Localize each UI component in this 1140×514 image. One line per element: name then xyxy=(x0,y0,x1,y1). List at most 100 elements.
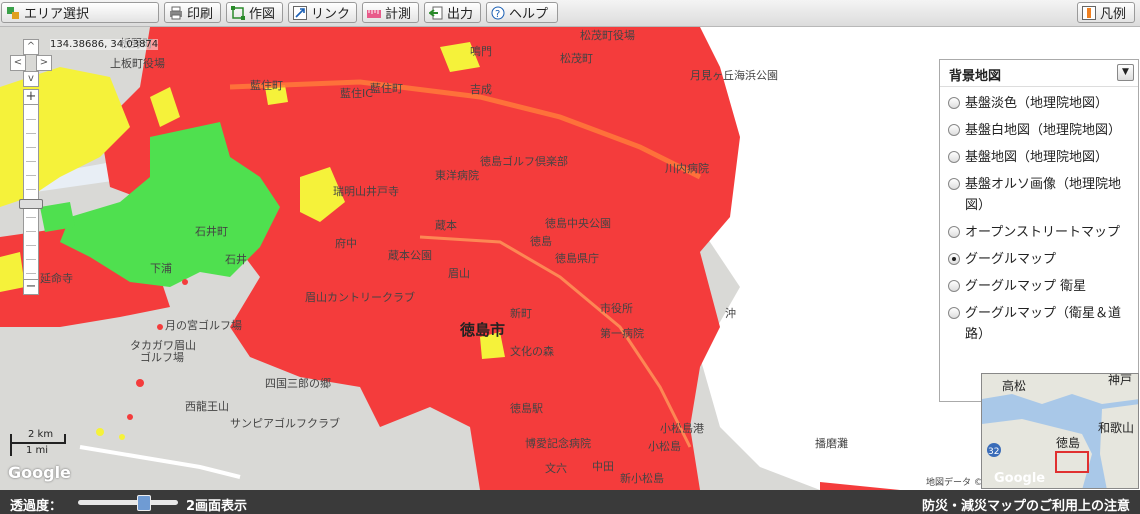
map-label: 徳島中央公園 xyxy=(545,216,611,230)
google-logo: Google xyxy=(8,463,71,482)
map-label: ゴルフ場 xyxy=(140,350,184,364)
map-label: 徳島ゴルフ倶楽部 xyxy=(480,154,568,168)
draw-button[interactable]: 作図 xyxy=(226,2,283,23)
overview-map[interactable]: 高松 神戸 和歌山 徳島 32 Google xyxy=(981,373,1139,489)
overview-label: 32 xyxy=(988,447,999,457)
overview-label: 神戸 xyxy=(1108,374,1132,387)
radio-button[interactable] xyxy=(948,97,960,109)
radio-button[interactable] xyxy=(948,307,960,319)
map-label: 眉山 xyxy=(448,267,470,280)
map-label: 西龍王山 xyxy=(185,399,229,413)
map-label: 上板町役場 xyxy=(110,56,165,70)
map-label: サンピアゴルフクラブ xyxy=(230,416,340,430)
measure-button[interactable]: 計測 xyxy=(362,2,419,23)
map-label: 文六 xyxy=(545,461,567,475)
background-option-label: グーグルマップ（衛星＆道路） xyxy=(965,306,1122,342)
overview-label: 和歌山 xyxy=(1098,420,1134,435)
twin-view-toggle[interactable]: 2画面表示 xyxy=(186,495,247,514)
map-label: 鳴門 xyxy=(470,44,492,58)
legend-button[interactable]: 凡例 xyxy=(1077,2,1135,23)
print-button[interactable]: 印刷 xyxy=(164,2,221,23)
background-option-label: オープンストリートマップ xyxy=(965,225,1120,240)
link-label: リンク xyxy=(311,7,351,22)
map-label: 藍住町 xyxy=(250,78,283,92)
scale-bar: 2 km 1 mi xyxy=(10,429,70,459)
map-label: 月の宮ゴルフ場 xyxy=(165,318,242,332)
background-option[interactable]: オープンストリートマップ xyxy=(940,222,1138,243)
map-label: 新小松島 xyxy=(620,471,664,485)
background-option[interactable]: グーグルマップ 衛星 xyxy=(940,276,1138,297)
background-map-options: 基盤淡色（地理院地図） 基盤白地図（地理院地図） 基盤地図（地理院地図） 基盤オルソ画… xyxy=(940,87,1138,401)
opacity-slider-knob[interactable] xyxy=(137,495,151,511)
output-label: 出力 xyxy=(447,7,474,22)
map-label: 吉成 xyxy=(470,83,492,96)
output-button[interactable]: 出力 xyxy=(424,2,481,23)
help-button[interactable]: ? ヘルプ xyxy=(486,2,558,23)
background-option[interactable]: 基盤オルソ画像（地理院地図） xyxy=(940,174,1138,216)
collapse-panel-button[interactable]: ▼ xyxy=(1117,64,1134,81)
map-label: 小松島 xyxy=(648,439,681,453)
pan-down-button[interactable]: v xyxy=(23,71,39,87)
map-label: 博愛記念病院 xyxy=(525,436,591,450)
bottom-bar: 透過度： 2画面表示 防災・減災マップのご利用上の注意 xyxy=(0,490,1140,514)
zoom-slider-handle[interactable] xyxy=(19,199,43,209)
background-option[interactable]: 基盤白地図（地理院地図） xyxy=(940,120,1138,141)
draw-label: 作図 xyxy=(249,7,276,22)
background-option-label: 基盤地図（地理院地図） xyxy=(965,150,1109,165)
map-label: 徳島県庁 xyxy=(555,251,599,265)
pan-right-button[interactable]: > xyxy=(36,55,52,71)
map-canvas[interactable]: 鳴門 松茂町 松茂町役場 上板町役場 板野町 藍住町 藍住町 吉成 藍住IC 徳… xyxy=(0,27,1140,490)
map-label: 市役所 xyxy=(600,301,633,315)
radio-button[interactable] xyxy=(948,280,960,292)
zoom-in-button[interactable]: + xyxy=(23,89,39,105)
map-label: 徳島駅 xyxy=(510,401,543,415)
map-label: 蔵本 xyxy=(435,218,457,232)
map-label: 府中 xyxy=(335,236,357,250)
map-label: 第一病院 xyxy=(600,326,644,340)
zoom-out-button[interactable]: − xyxy=(23,279,39,295)
legend-icon xyxy=(1082,5,1096,20)
map-label: 石井 xyxy=(225,252,247,266)
zoom-control: ^ < > v + − xyxy=(10,39,52,299)
area-select-button[interactable]: エリア選択 xyxy=(1,2,159,23)
overview-label: Google xyxy=(994,471,1045,486)
radio-button[interactable] xyxy=(948,151,960,163)
radio-button[interactable] xyxy=(948,226,960,238)
zoom-slider-track[interactable] xyxy=(23,104,39,288)
map-label: 川内病院 xyxy=(665,161,709,175)
map-label: 播磨灘 xyxy=(815,436,848,450)
link-icon xyxy=(293,5,307,20)
area-select-icon xyxy=(6,6,20,20)
radio-button[interactable] xyxy=(948,178,960,190)
pan-up-button[interactable]: ^ xyxy=(23,39,39,55)
map-label: 瑞明山井戸寺 xyxy=(333,184,399,198)
background-option[interactable]: 基盤地図（地理院地図） xyxy=(940,147,1138,168)
map-label: 藍住町 xyxy=(370,81,403,95)
legend-label: 凡例 xyxy=(1100,7,1127,22)
overview-label: 徳島 xyxy=(1056,435,1080,450)
pan-left-button[interactable]: < xyxy=(10,55,26,71)
background-map-panel: 背景地図 ▼ 基盤淡色（地理院地図） 基盤白地図（地理院地図） 基盤地図（地理院地図… xyxy=(939,59,1139,402)
print-label: 印刷 xyxy=(187,7,214,22)
map-label: 松茂町役場 xyxy=(580,28,635,42)
usage-notice-link[interactable]: 防災・減災マップのご利用上の注意 xyxy=(922,495,1130,514)
printer-icon xyxy=(169,6,183,20)
map-label: 四国三郎の郷 xyxy=(265,376,331,390)
radio-button[interactable] xyxy=(948,253,960,265)
background-map-title: 背景地図 xyxy=(949,69,1002,84)
overview-map-canvas: 高松 神戸 和歌山 徳島 32 Google xyxy=(982,374,1138,488)
overview-label: 高松 xyxy=(1002,378,1026,393)
draw-icon xyxy=(231,5,245,20)
background-option[interactable]: グーグルマップ xyxy=(940,249,1138,270)
scale-km: 2 km xyxy=(28,429,54,440)
radio-button[interactable] xyxy=(948,124,960,136)
map-label: 小松島港 xyxy=(660,421,704,435)
background-option[interactable]: グーグルマップ（衛星＆道路） xyxy=(940,303,1138,345)
export-icon xyxy=(428,6,443,20)
background-option[interactable]: 基盤淡色（地理院地図） xyxy=(940,93,1138,114)
map-label: 蔵本公園 xyxy=(388,248,432,262)
opacity-slider[interactable] xyxy=(78,495,178,511)
link-button[interactable]: リンク xyxy=(288,2,357,23)
coordinate-readout: 134.38686, 34.03874 xyxy=(50,39,159,50)
ruler-icon xyxy=(367,6,381,20)
